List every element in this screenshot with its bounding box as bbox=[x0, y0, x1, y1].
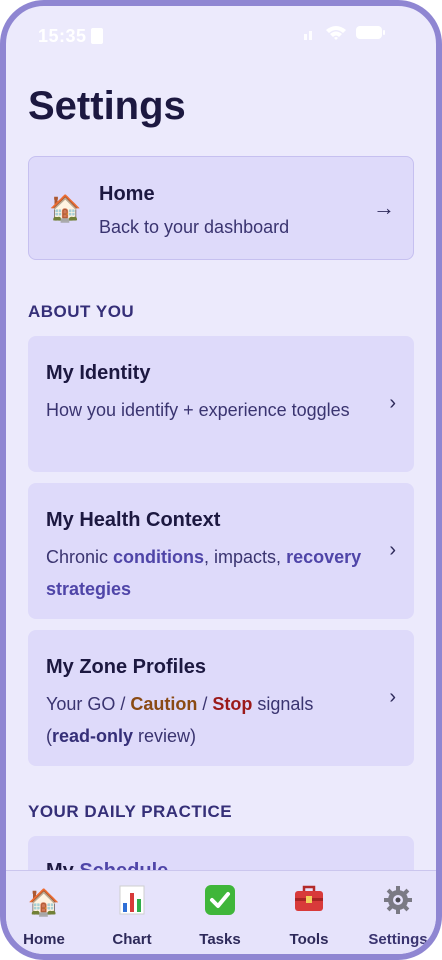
chevron-right-icon: › bbox=[389, 392, 396, 414]
gear-icon bbox=[358, 885, 436, 919]
tab-tasks-label: Tasks bbox=[199, 931, 241, 948]
home-card-title: Home bbox=[99, 183, 155, 205]
chevron-right-icon: › bbox=[389, 539, 396, 561]
zone-card-title: My Zone Profiles bbox=[46, 656, 207, 678]
home-shortcut-card[interactable]: 🏠 Home Back to your dashboard → bbox=[28, 156, 414, 260]
tab-home-label: Home bbox=[23, 931, 65, 948]
tab-chart-label: Chart bbox=[112, 931, 152, 948]
person-badge-icon bbox=[90, 28, 103, 44]
identity-card-subtitle: How you identify + experience toggles bbox=[46, 400, 350, 420]
status-time: 15:35 bbox=[38, 26, 103, 47]
zone-profiles-card[interactable]: My Zone Profiles Your GO / Caution / Sto… bbox=[28, 630, 414, 766]
bar-chart-icon bbox=[92, 885, 172, 919]
tab-settings-label: Settings bbox=[368, 931, 428, 948]
toolbox-icon bbox=[269, 885, 349, 919]
tab-chart[interactable]: Chart bbox=[92, 885, 172, 948]
health-card-subtitle: Chronic conditions, impacts, recovery st… bbox=[46, 547, 362, 599]
arrow-right-icon: → bbox=[373, 195, 395, 220]
section-about-you: ABOUT YOU bbox=[28, 302, 135, 321]
house-icon: 🏠 bbox=[27, 887, 61, 917]
identity-card-title: My Identity bbox=[46, 362, 151, 384]
home-card-subtitle: Back to your dashboard bbox=[99, 217, 290, 237]
section-daily-practice: YOUR DAILY PRACTICE bbox=[28, 802, 233, 821]
health-card-title: My Health Context bbox=[46, 509, 221, 531]
check-box-icon bbox=[180, 885, 260, 919]
tab-home[interactable]: 🏠 Home bbox=[6, 885, 84, 948]
tab-tools-label: Tools bbox=[289, 931, 329, 948]
phone-frame: 15:35 Settings 🏠 Home Back to your dashb… bbox=[0, 0, 442, 960]
identity-card[interactable]: My Identity How you identify + experienc… bbox=[28, 336, 414, 472]
bottom-tab-bar: 🏠 Home Chart Tasks Tools Settings bbox=[6, 870, 436, 954]
chevron-right-icon: › bbox=[389, 686, 396, 708]
tab-tasks[interactable]: Tasks bbox=[180, 885, 260, 948]
health-context-card[interactable]: My Health Context Chronic conditions, im… bbox=[28, 483, 414, 619]
page-title: Settings bbox=[28, 84, 186, 128]
zone-card-subtitle: Your GO / Caution / Stop signals (read-o… bbox=[46, 694, 314, 746]
status-bar: 15:35 bbox=[6, 6, 436, 62]
tab-tools[interactable]: Tools bbox=[269, 885, 349, 948]
signal-wifi-battery-icon bbox=[304, 26, 385, 40]
tab-settings[interactable]: Settings bbox=[358, 885, 436, 948]
house-icon: 🏠 bbox=[49, 193, 82, 223]
